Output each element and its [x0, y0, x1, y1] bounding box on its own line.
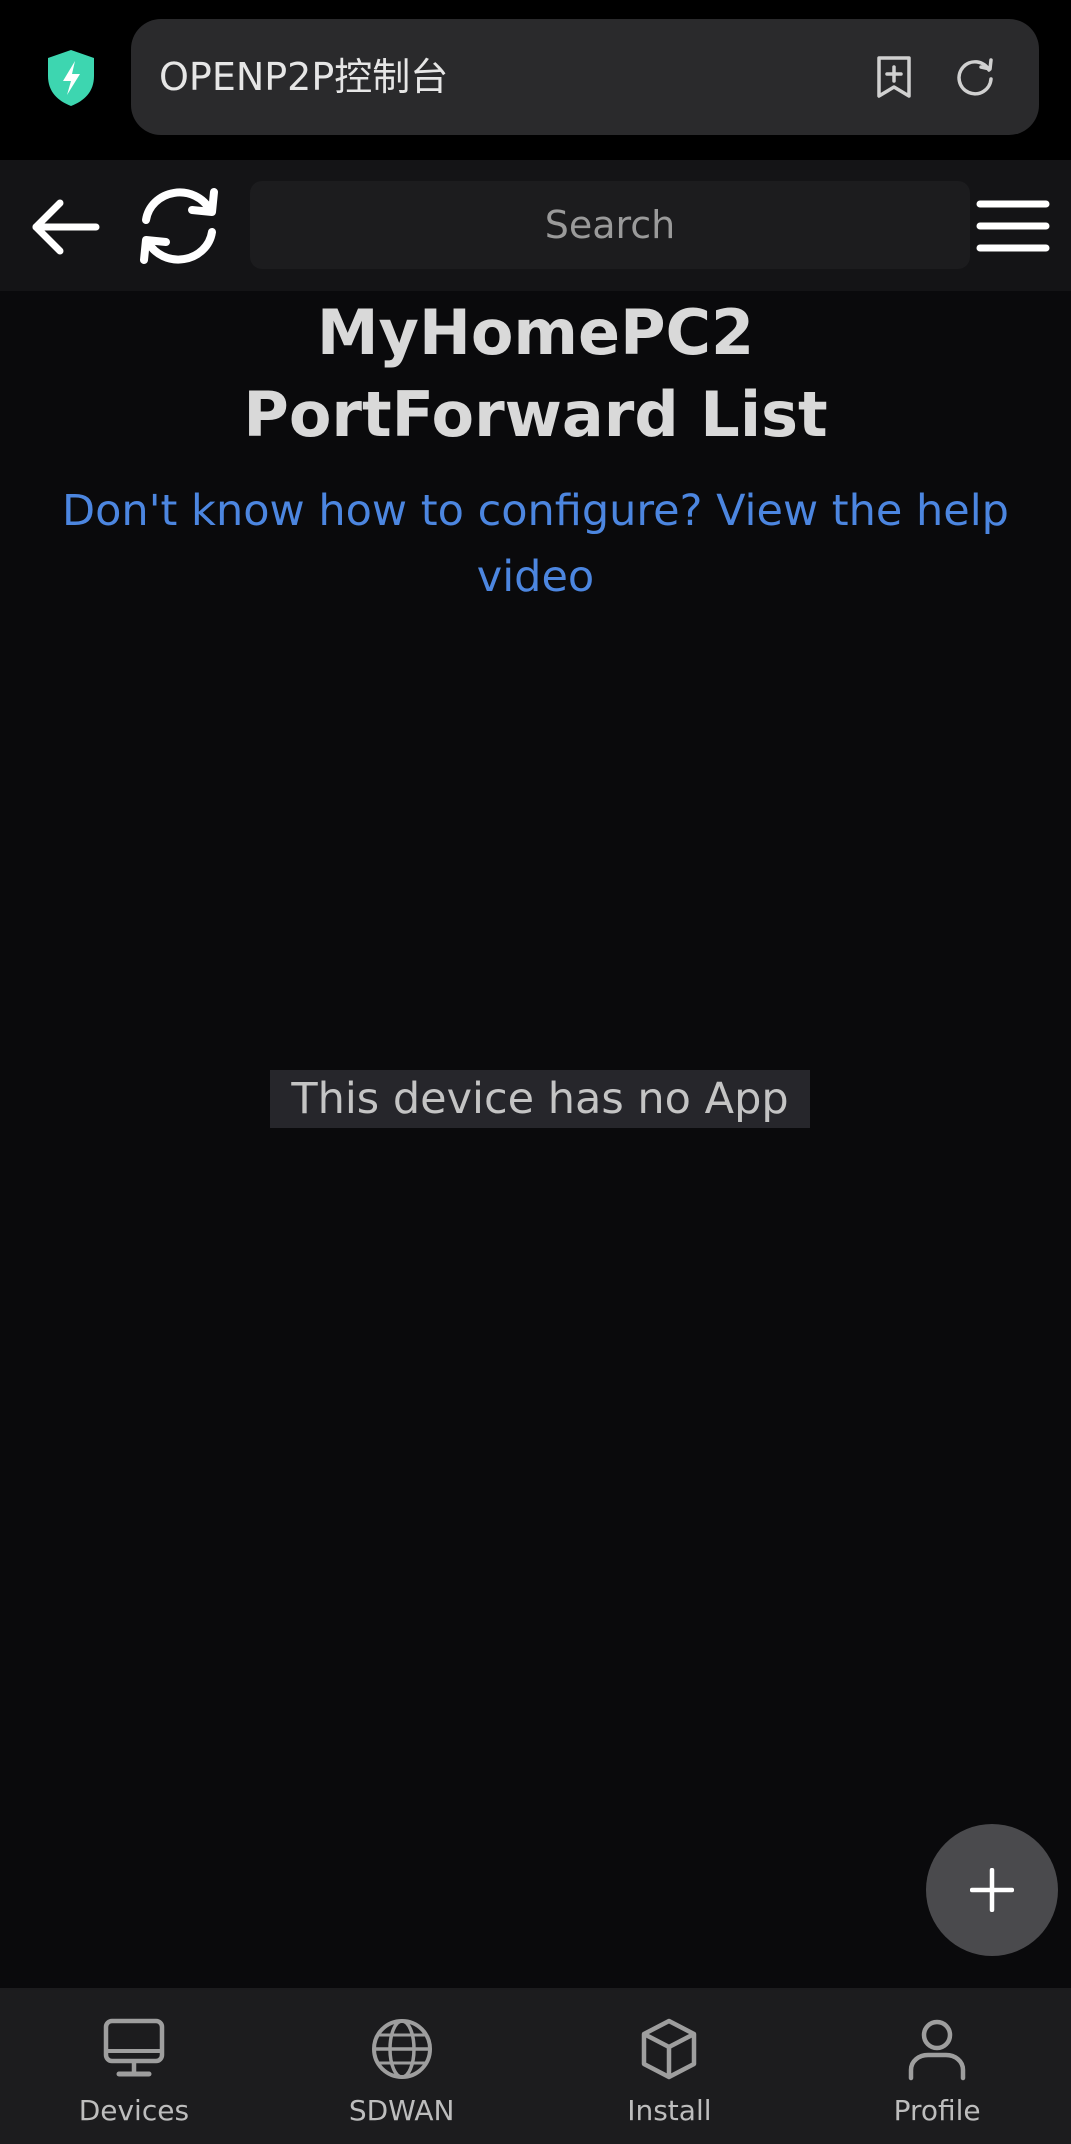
add-portforward-button[interactable] — [926, 1824, 1058, 1956]
box-icon — [642, 2018, 697, 2080]
nav-label-install: Install — [627, 2094, 712, 2127]
nav-item-install[interactable]: Install — [536, 1988, 804, 2144]
nav-label-devices: Devices — [78, 2094, 190, 2127]
globe-icon — [371, 2019, 432, 2079]
nav-item-sdwan[interactable]: SDWAN — [268, 1988, 536, 2144]
nav-item-profile[interactable]: Profile — [803, 1988, 1071, 2144]
monitor-icon — [103, 2018, 165, 2077]
hamburger-menu-icon[interactable] — [976, 196, 1050, 256]
reload-icon[interactable] — [953, 55, 997, 99]
search-input[interactable] — [250, 181, 970, 269]
page-title-list: PortForward List — [243, 378, 828, 451]
user-icon — [908, 2019, 966, 2081]
shield-bolt-icon — [48, 50, 94, 106]
help-video-link[interactable]: Don't know how to configure? View the he… — [60, 478, 1011, 610]
empty-state-message: This device has no App — [270, 1070, 810, 1128]
nav-label-profile: Profile — [893, 2094, 981, 2127]
bottom-nav: Devices SDWAN Install Profile — [0, 1988, 1071, 2144]
app-screen: OPENP2P控制台 Search MyHomePC2 PortForward … — [0, 0, 1071, 2144]
browser-bar: OPENP2P控制台 — [0, 0, 1071, 160]
page-title: MyHomePC2 PortForward List — [0, 292, 1071, 456]
page-title-device: MyHomePC2 — [316, 296, 755, 369]
refresh-icon[interactable] — [134, 184, 224, 268]
nav-item-devices[interactable]: Devices — [0, 1988, 268, 2144]
address-bar-title: OPENP2P控制台 — [159, 55, 449, 99]
address-bar[interactable]: OPENP2P控制台 — [131, 19, 1039, 135]
bookmark-add-icon[interactable] — [872, 55, 916, 99]
nav-label-sdwan: SDWAN — [348, 2094, 455, 2127]
app-header — [0, 160, 1071, 291]
back-arrow-icon[interactable] — [30, 197, 102, 257]
plus-icon — [970, 1868, 1014, 1912]
